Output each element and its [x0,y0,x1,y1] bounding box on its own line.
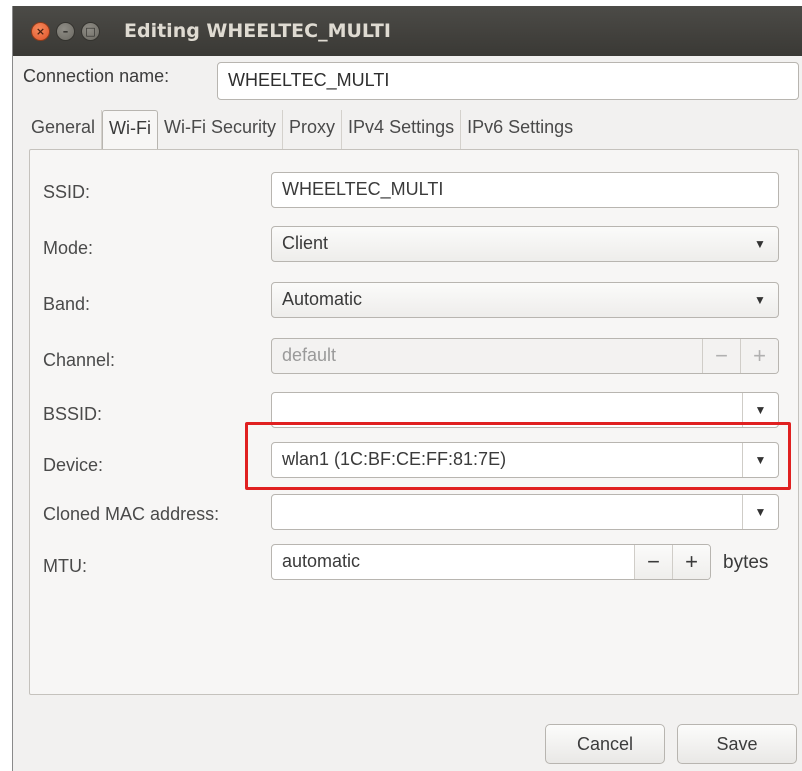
channel-spinbox[interactable]: default − + [271,338,779,374]
channel-value: default [282,345,337,365]
bssid-combo[interactable]: ▼ [271,392,779,428]
tab-wifi[interactable]: Wi-Fi [102,110,159,150]
mtu-decrement-button[interactable]: − [634,545,672,579]
chevron-down-icon: ▼ [754,237,766,251]
connection-name-input[interactable]: WHEELTEC_MULTI [217,62,799,100]
tab-ipv4-settings[interactable]: IPv4 Settings [342,110,462,150]
close-icon[interactable]: × [31,21,50,41]
bssid-label: BSSID: [43,404,103,424]
channel-increment-button[interactable]: + [740,339,778,373]
band-label: Band: [43,294,91,314]
minimize-icon[interactable]: – [56,21,75,41]
tab-proxy[interactable]: Proxy [283,110,343,150]
mtu-unit-label: bytes [723,552,769,573]
mtu-label: MTU: [43,556,87,576]
chevron-down-icon[interactable]: ▼ [742,443,778,477]
tab-general[interactable]: General [25,110,103,150]
ssid-label: SSID: [43,182,91,202]
channel-decrement-button[interactable]: − [702,339,740,373]
chevron-down-icon[interactable]: ▼ [742,393,778,427]
mtu-spinbox[interactable]: automatic − + [271,544,711,580]
cloned-mac-label: Cloned MAC address: [43,504,220,524]
titlebar: × – □ Editing WHEELTEC_MULTI [13,6,802,56]
window-title: Editing WHEELTEC_MULTI [124,20,391,42]
ssid-input[interactable]: WHEELTEC_MULTI [271,172,779,208]
cloned-mac-combo[interactable]: ▼ [271,494,779,530]
device-label: Device: [43,455,104,475]
save-button[interactable]: Save [677,724,797,764]
cancel-button[interactable]: Cancel [545,724,665,764]
chevron-down-icon[interactable]: ▼ [742,495,778,529]
dialog-window: × – □ Editing WHEELTEC_MULTI Connection … [12,6,802,771]
mtu-increment-button[interactable]: + [672,545,710,579]
channel-label: Channel: [43,350,116,370]
tab-bar: General Wi-Fi Wi-Fi Security Proxy IPv4 … [25,110,579,150]
connection-name-label: Connection name: [23,66,170,86]
mode-label: Mode: [43,238,94,258]
chevron-down-icon: ▼ [754,293,766,307]
device-value: wlan1 (1C:BF:CE:FF:81:7E) [282,449,507,469]
band-value: Automatic [282,289,363,309]
device-combo[interactable]: wlan1 (1C:BF:CE:FF:81:7E) ▼ [271,442,779,478]
tab-ipv6-settings[interactable]: IPv6 Settings [461,110,579,150]
mode-select[interactable]: Client ▼ [271,226,779,262]
maximize-icon[interactable]: □ [81,21,100,41]
mode-value: Client [282,233,329,253]
mtu-value: automatic [282,551,361,571]
band-select[interactable]: Automatic ▼ [271,282,779,318]
tab-wifi-security[interactable]: Wi-Fi Security [158,110,284,150]
